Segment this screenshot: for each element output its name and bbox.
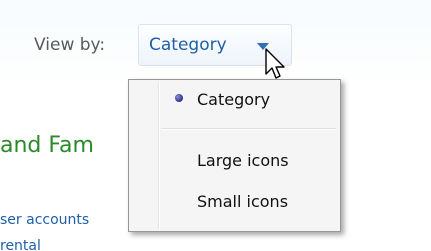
view-by-value: Category — [149, 35, 227, 55]
view-by-label: View by: — [34, 35, 106, 55]
menu-item-label: Small icons — [197, 192, 289, 211]
menu-item-small-icons[interactable]: Small icons — [131, 184, 338, 218]
menu-item-label: Large icons — [197, 151, 289, 170]
menu-item-large-icons[interactable]: Large icons — [131, 143, 338, 177]
user-accounts-family-heading[interactable]: and Fam — [0, 133, 94, 158]
control-panel-window: View by: Category and Fam ser accounts r… — [0, 0, 431, 251]
menu-item-label: Category — [197, 90, 271, 109]
radio-bullet-icon — [175, 94, 183, 102]
menu-separator — [161, 128, 336, 130]
parental-controls-link[interactable]: rental — [0, 238, 41, 251]
view-by-menu: Category Large icons Small icons — [128, 79, 341, 232]
menu-item-category[interactable]: Category — [131, 82, 338, 116]
user-accounts-link[interactable]: ser accounts — [0, 212, 89, 228]
mouse-pointer-icon — [265, 48, 285, 79]
